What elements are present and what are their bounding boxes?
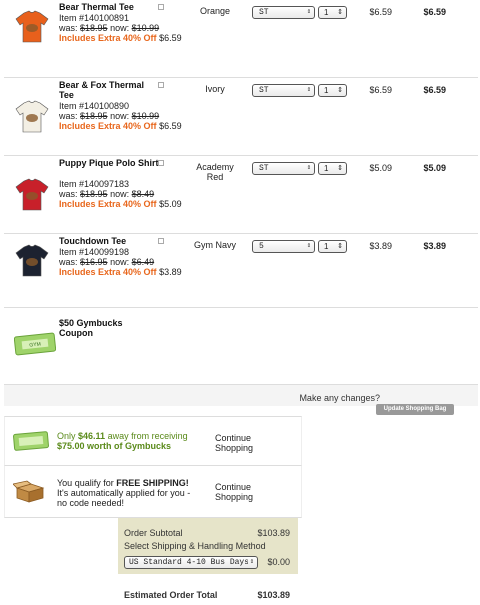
estimated-total-label: Estimated Order Total (124, 590, 218, 600)
shipping-box-icon (12, 480, 47, 504)
coupon-row: GYM $50 Gymbucks Coupon (4, 308, 478, 384)
product-name[interactable]: Bear & Fox Thermal Tee (59, 80, 159, 100)
promo-line: Includes Extra 40% Off $5.09 (59, 199, 182, 209)
line-total: $5.09 (423, 163, 446, 173)
coupon-name: $50 Gymbucks Coupon (59, 318, 123, 338)
unit-price: $6.59 (369, 7, 392, 17)
item-color: Academy Red (196, 162, 234, 182)
estimated-total-value: $103.89 (257, 590, 290, 600)
item-color: Ivory (205, 84, 225, 94)
select-arrows-icon: ⇕ (337, 243, 343, 250)
product-name[interactable]: Puppy Pique Polo Shirt (59, 158, 159, 168)
edit-item-checkbox[interactable] (158, 82, 164, 88)
select-arrows-icon: ⇕ (306, 164, 311, 172)
item-number: Item #140100891 (59, 13, 130, 23)
price-was-now: was: $16.95 now: $6.49 (59, 257, 155, 267)
promo-line: Includes Extra 40% Off $6.59 (59, 121, 182, 131)
cart-item-row: Puppy Pique Polo Shirt Item #140097183 was… (4, 156, 478, 234)
edit-item-checkbox[interactable] (158, 238, 164, 244)
size-select[interactable]: ST ⇕ (252, 162, 315, 175)
promo-line: Includes Extra 40% Off $3.89 (59, 267, 182, 277)
item-number: Item #140099198 (59, 247, 130, 257)
unit-price: $6.59 (369, 85, 392, 95)
gymbucks-coupon-image: GYM (13, 332, 57, 356)
edit-item-checkbox[interactable] (158, 160, 164, 166)
svg-text:GYM: GYM (29, 341, 41, 348)
select-arrows-icon: ⇕ (247, 557, 254, 568)
subtotal-label: Order Subtotal (124, 528, 183, 538)
gymbucks-card-icon (13, 431, 49, 451)
select-arrows-icon: ⇕ (337, 87, 343, 94)
cart-item-row: Bear & Fox Thermal Tee Item #140100890 was… (4, 78, 478, 156)
gymbucks-promo: Only $46.11 away from receiving $75.00 w… (4, 416, 302, 466)
promo-line: Includes Extra 40% Off $6.59 (59, 33, 182, 43)
shipping-method-label: Select Shipping & Handling Method (124, 541, 266, 551)
price-was-now: was: $18.95 now: $10.99 (59, 111, 160, 121)
continue-shopping-link-2[interactable]: Continue Shopping (215, 482, 275, 502)
continue-shopping-link-1[interactable]: Continue Shopping (215, 433, 275, 453)
line-total: $3.89 (423, 241, 446, 251)
product-thumbnail[interactable] (14, 98, 50, 134)
cart-item-row: Touchdown Tee Item #140099198 was: $16.95 … (4, 234, 478, 308)
product-thumbnail[interactable] (14, 8, 50, 44)
unit-price: $3.89 (369, 241, 392, 251)
estimated-total-row: Estimated Order Total $103.89 (118, 586, 298, 602)
update-shopping-bag-button[interactable]: Update Shopping Bag (376, 404, 454, 415)
shipping-value: $0.00 (267, 557, 290, 567)
select-arrows-icon: ⇕ (306, 8, 311, 16)
free-shipping-message: You qualify for FREE SHIPPING! It's auto… (57, 478, 191, 508)
size-select[interactable]: ST ⇕ (252, 84, 315, 97)
free-shipping-promo: You qualify for FREE SHIPPING! It's auto… (4, 466, 302, 518)
select-arrows-icon: ⇕ (337, 165, 343, 172)
order-summary: Order Subtotal $103.89 Select Shipping &… (118, 518, 298, 574)
quantity-select[interactable]: 1 ⇕ (318, 162, 347, 175)
cart-item-row: Bear Thermal Tee Item #140100891 was: $18.… (4, 0, 478, 78)
changes-bar: Make any changes? (4, 384, 478, 406)
price-was-now: was: $18.95 now: $8.49 (59, 189, 155, 199)
product-name[interactable]: Bear Thermal Tee (59, 2, 159, 12)
product-thumbnail[interactable] (14, 242, 50, 278)
unit-price: $5.09 (369, 163, 392, 173)
line-total: $6.59 (423, 7, 446, 17)
quantity-select[interactable]: 1 ⇕ (318, 84, 347, 97)
subtotal-value: $103.89 (257, 528, 290, 538)
edit-item-checkbox[interactable] (158, 4, 164, 10)
size-select[interactable]: 5 ⇕ (252, 240, 315, 253)
item-number: Item #140100890 (59, 101, 130, 111)
select-arrows-icon: ⇕ (306, 86, 311, 94)
select-arrows-icon: ⇕ (337, 9, 343, 16)
size-select[interactable]: ST ⇕ (252, 6, 315, 19)
product-name[interactable]: Touchdown Tee (59, 236, 159, 246)
quantity-select[interactable]: 1 ⇕ (318, 240, 347, 253)
product-thumbnail[interactable] (14, 176, 50, 212)
item-number: Item #140097183 (59, 179, 130, 189)
item-color: Gym Navy (193, 240, 236, 250)
changes-prompt: Make any changes? (299, 393, 380, 403)
line-total: $6.59 (423, 85, 446, 95)
quantity-select[interactable]: 1 ⇕ (318, 6, 347, 19)
shipping-method-select[interactable]: US Standard 4-10 Bus Days ⇕ (124, 556, 258, 569)
item-color: Orange (199, 6, 231, 16)
select-arrows-icon: ⇕ (306, 242, 311, 250)
gymbucks-message: Only $46.11 away from receiving $75.00 w… (57, 431, 188, 451)
price-was-now: was: $18.95 now: $10.99 (59, 23, 160, 33)
